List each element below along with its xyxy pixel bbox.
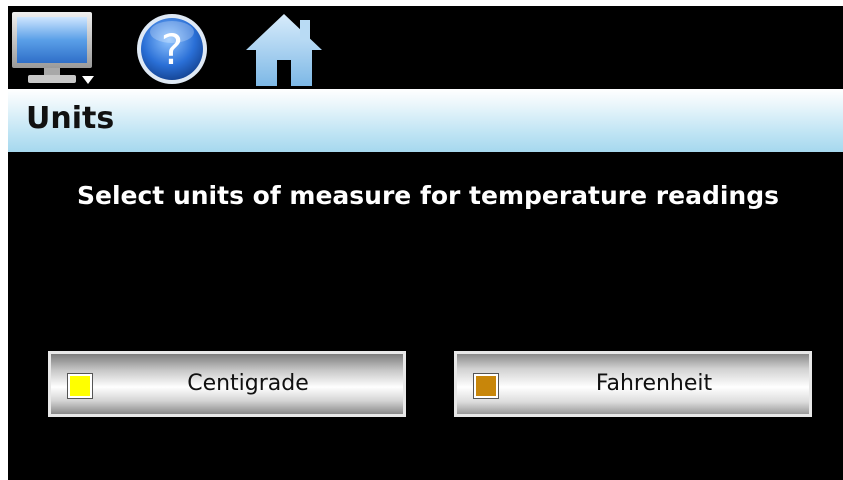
fahrenheit-label: Fahrenheit (595, 371, 713, 396)
centigrade-label: Centigrade (187, 371, 309, 396)
page-title: Units (26, 101, 115, 136)
centigrade-indicator (68, 374, 92, 398)
help-glyph: ? (161, 25, 183, 74)
screen: ? Units Select units of measure for temp… (8, 6, 843, 480)
home-icon[interactable] (244, 10, 324, 88)
fahrenheit-indicator (474, 374, 498, 398)
monitor-icon[interactable] (10, 10, 98, 88)
fahrenheit-button[interactable]: Fahrenheit (454, 351, 812, 417)
centigrade-button[interactable]: Centigrade (48, 351, 406, 417)
help-icon[interactable]: ? (132, 10, 212, 88)
toolbar: ? (8, 6, 843, 88)
title-bar: Units (8, 89, 843, 152)
units-prompt: Select units of measure for temperature … (77, 181, 779, 210)
